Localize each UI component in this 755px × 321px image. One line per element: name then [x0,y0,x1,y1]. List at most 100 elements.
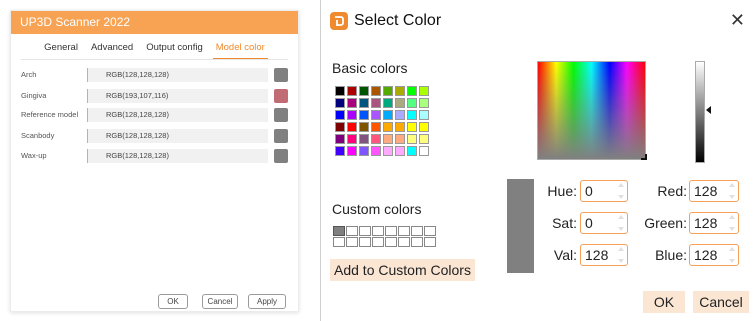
basic-color-swatch[interactable] [359,122,369,132]
custom-color-swatch[interactable] [385,226,397,236]
rgb-field[interactable]: RGB(128,128,128) [87,149,268,163]
basic-color-swatch[interactable] [395,110,405,120]
tab-general[interactable]: General [43,42,79,56]
basic-color-swatch[interactable] [407,122,417,132]
color-swatch-button[interactable] [274,108,288,122]
basic-color-swatch[interactable] [383,134,393,144]
basic-color-swatch[interactable] [347,146,357,156]
custom-color-swatch[interactable] [385,237,397,247]
custom-color-swatch[interactable] [346,237,358,247]
custom-color-swatch[interactable] [346,226,358,236]
rgb-field[interactable]: RGB(128,128,128) [87,68,268,82]
basic-color-swatch[interactable] [335,134,345,144]
custom-color-swatch[interactable] [333,237,345,247]
tab-model-color[interactable]: Model color [212,42,268,59]
basic-color-swatch[interactable] [359,98,369,108]
basic-color-swatch[interactable] [419,146,429,156]
basic-color-swatch[interactable] [395,146,405,156]
custom-color-swatch[interactable] [424,226,436,236]
basic-color-swatch[interactable] [359,134,369,144]
basic-color-swatch[interactable] [383,146,393,156]
basic-color-swatch[interactable] [395,98,405,108]
color-spectrum-picker[interactable] [537,61,646,160]
basic-color-swatch[interactable] [371,134,381,144]
crosshair-icon[interactable] [641,154,647,160]
green-input[interactable]: 128 [689,212,739,234]
basic-color-swatch[interactable] [383,86,393,96]
red-input[interactable]: 128 [689,180,739,202]
basic-color-swatch[interactable] [419,110,429,120]
basic-color-swatch[interactable] [383,122,393,132]
basic-color-swatch[interactable] [419,86,429,96]
basic-color-swatch[interactable] [395,86,405,96]
tab-output-config[interactable]: Output config [145,42,204,56]
color-swatch-button[interactable] [274,129,288,143]
basic-color-swatch[interactable] [407,134,417,144]
custom-color-swatch[interactable] [398,226,410,236]
settings-apply-button[interactable]: Apply [248,294,286,309]
basic-color-swatch[interactable] [335,86,345,96]
val-input[interactable]: 128 [580,244,628,266]
basic-color-swatch[interactable] [371,146,381,156]
basic-color-swatch[interactable] [347,98,357,108]
basic-color-swatch[interactable] [347,110,357,120]
settings-cancel-button[interactable]: Cancel [202,294,238,309]
basic-color-swatch[interactable] [419,98,429,108]
sat-input[interactable]: 0 [580,212,628,234]
color-swatch-button[interactable] [274,68,288,82]
color-swatch-button[interactable] [274,89,288,103]
spinner-arrows-icon[interactable] [729,183,735,199]
ok-button[interactable]: OK [643,291,685,313]
basic-color-swatch[interactable] [407,146,417,156]
basic-color-swatch[interactable] [371,86,381,96]
cancel-button[interactable]: Cancel [693,291,749,313]
add-to-custom-colors-button[interactable]: Add to Custom Colors [330,259,475,281]
rgb-field[interactable]: RGB(193,107,116) [87,89,268,103]
basic-color-swatch[interactable] [335,146,345,156]
basic-color-swatch[interactable] [395,122,405,132]
basic-color-swatch[interactable] [347,122,357,132]
basic-color-swatch[interactable] [419,134,429,144]
slider-arrow-icon[interactable] [706,106,711,114]
custom-color-swatch[interactable] [372,226,384,236]
basic-color-swatch[interactable] [347,134,357,144]
close-icon[interactable]: ✕ [730,10,745,30]
spinner-arrows-icon[interactable] [618,215,624,231]
custom-color-swatch[interactable] [372,237,384,247]
basic-color-swatch[interactable] [335,122,345,132]
basic-color-swatch[interactable] [359,146,369,156]
spinner-arrows-icon[interactable] [618,247,624,263]
custom-color-swatch[interactable] [411,226,423,236]
basic-color-swatch[interactable] [395,134,405,144]
rgb-field[interactable]: RGB(128,128,128) [87,108,268,122]
spinner-arrows-icon[interactable] [618,183,624,199]
hue-input[interactable]: 0 [580,180,628,202]
basic-color-swatch[interactable] [359,110,369,120]
basic-color-swatch[interactable] [359,86,369,96]
basic-color-swatch[interactable] [407,110,417,120]
basic-color-swatch[interactable] [383,98,393,108]
custom-color-swatch[interactable] [398,237,410,247]
basic-color-swatch[interactable] [335,98,345,108]
custom-color-swatch[interactable] [333,226,345,236]
spinner-arrows-icon[interactable] [729,247,735,263]
basic-color-swatch[interactable] [407,98,417,108]
basic-color-swatch[interactable] [335,110,345,120]
basic-color-swatch[interactable] [371,98,381,108]
custom-color-swatch[interactable] [411,237,423,247]
basic-color-swatch[interactable] [347,86,357,96]
basic-color-swatch[interactable] [371,110,381,120]
custom-color-swatch[interactable] [424,237,436,247]
basic-color-swatch[interactable] [383,110,393,120]
luminance-slider[interactable] [695,61,705,163]
color-swatch-button[interactable] [274,149,288,163]
spinner-arrows-icon[interactable] [729,215,735,231]
basic-color-swatch[interactable] [371,122,381,132]
rgb-field[interactable]: RGB(128,128,128) [87,129,268,143]
custom-color-swatch[interactable] [359,237,371,247]
settings-ok-button[interactable]: OK [158,294,188,309]
basic-color-swatch[interactable] [407,86,417,96]
basic-color-swatch[interactable] [419,122,429,132]
tab-advanced[interactable]: Advanced [90,42,134,56]
custom-color-swatch[interactable] [359,226,371,236]
